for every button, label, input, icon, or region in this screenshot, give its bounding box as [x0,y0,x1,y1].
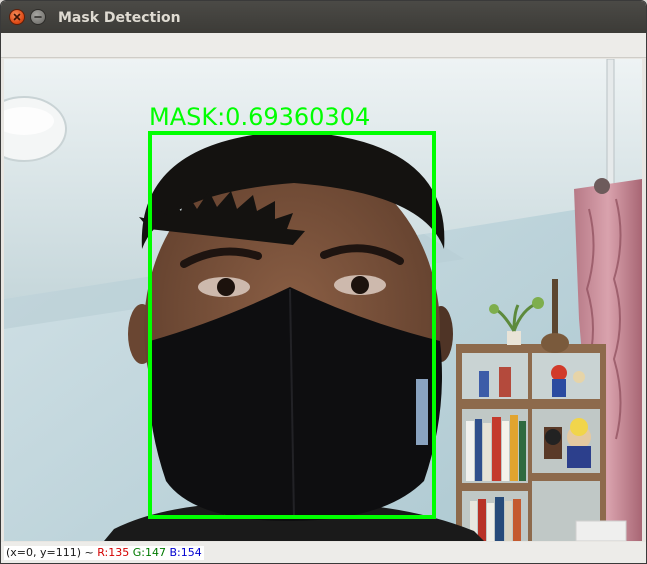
pixel-info: (x=0, y=111) ~ R:135 G:147 B:154 [4,546,204,560]
camera-image: MASK:0.69360304 [4,59,642,541]
instrument-body [541,333,569,353]
shelf-cell [462,353,528,399]
close-button[interactable] [9,9,25,25]
minimize-icon [34,16,42,18]
coords-readout: (x=0, y=111) ~ [6,546,94,559]
pipe [606,59,615,200]
app-window: Mask Detection MASK:0.69360304 (x=0, y=1… [0,0,647,564]
green-value: G:147 [132,546,166,559]
instrument [552,279,558,341]
books [466,415,526,541]
box [575,520,627,541]
toolbar [1,33,646,58]
mask-tag [416,379,428,445]
title-bar[interactable]: Mask Detection [1,1,646,33]
detection-label: MASK:0.69360304 [149,103,370,131]
camera-frame[interactable]: MASK:0.69360304 [4,59,642,541]
close-icon [13,13,21,21]
pupil [351,276,369,294]
window-title: Mask Detection [58,10,181,26]
minimize-button[interactable] [30,9,46,25]
status-bar: (x=0, y=111) ~ R:135 G:147 B:154 [1,542,646,563]
red-value: R:135 [97,546,130,559]
pupil [217,278,235,296]
curtain-ring [594,178,610,194]
blue-value: B:154 [169,546,202,559]
